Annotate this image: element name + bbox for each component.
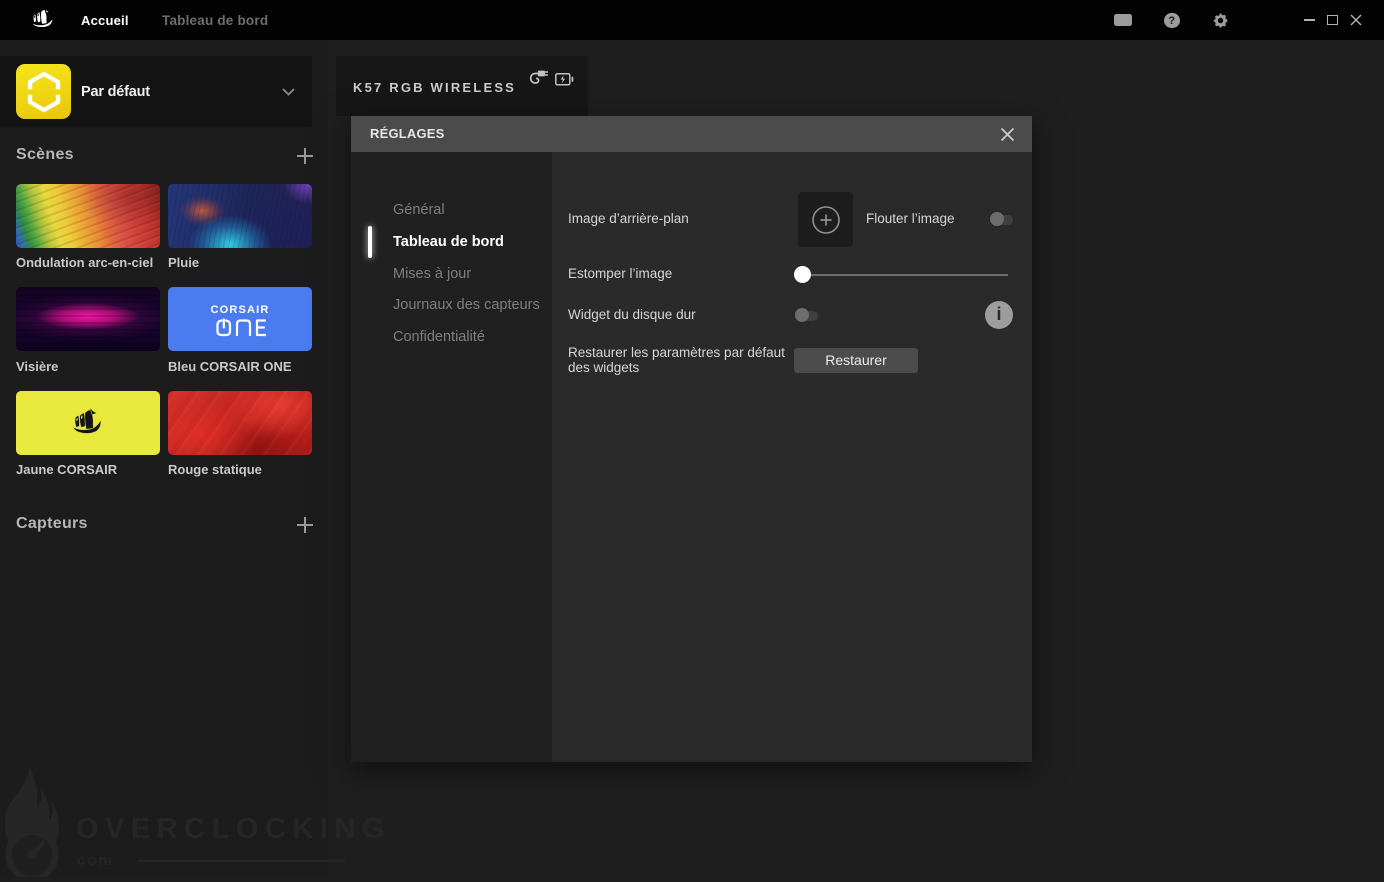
- svg-text:com: com: [77, 852, 114, 869]
- svg-text:CORSAIR: CORSAIR: [210, 304, 269, 316]
- svg-text:OVERCLOCKING: OVERCLOCKING: [76, 813, 391, 845]
